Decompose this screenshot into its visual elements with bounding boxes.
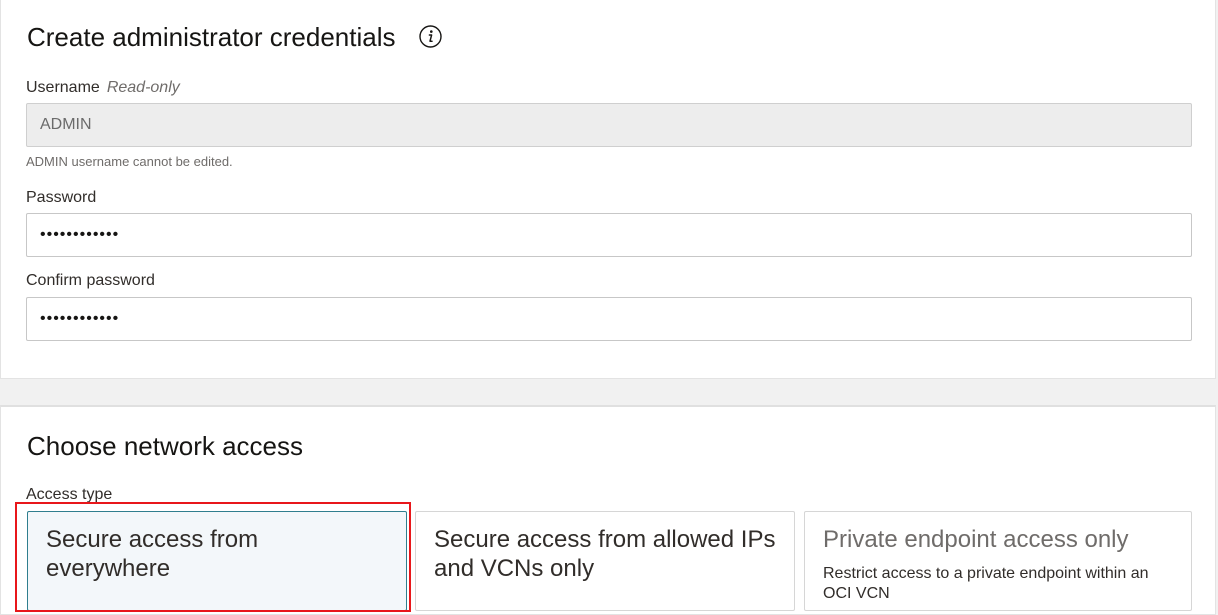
info-icon[interactable] [419,25,442,48]
access-type-label: Access type [26,486,113,503]
access-option-description: Restrict access to a private endpoint wi… [823,565,1149,602]
username-field: ADMIN [26,103,1192,147]
username-label: Username Read-only [26,80,180,96]
access-option-title: Secure access from allowed IPs and VCNs … [434,526,776,582]
username-value: ADMIN [40,116,92,133]
access-option-everywhere[interactable]: Secure access from everywhere [27,511,407,611]
confirm-password-field[interactable] [26,297,1192,341]
confirm-password-label: Confirm password [26,272,155,289]
access-option-allowed-ips[interactable]: Secure access from allowed IPs and VCNs … [415,511,795,611]
password-label: Password [26,189,97,206]
username-label-text: Username [26,79,100,96]
readonly-tag: Read-only [106,79,180,96]
access-option-private-endpoint[interactable]: Private endpoint access only Restrict ac… [804,511,1192,611]
access-option-title: Private endpoint access only [823,526,1129,553]
password-field[interactable] [26,213,1192,257]
username-helper: ADMIN username cannot be edited. [26,154,233,169]
network-title: Choose network access [27,431,304,461]
access-option-title: Secure access from everywhere [46,526,259,582]
credentials-title: Create administrator credentials [27,22,396,52]
